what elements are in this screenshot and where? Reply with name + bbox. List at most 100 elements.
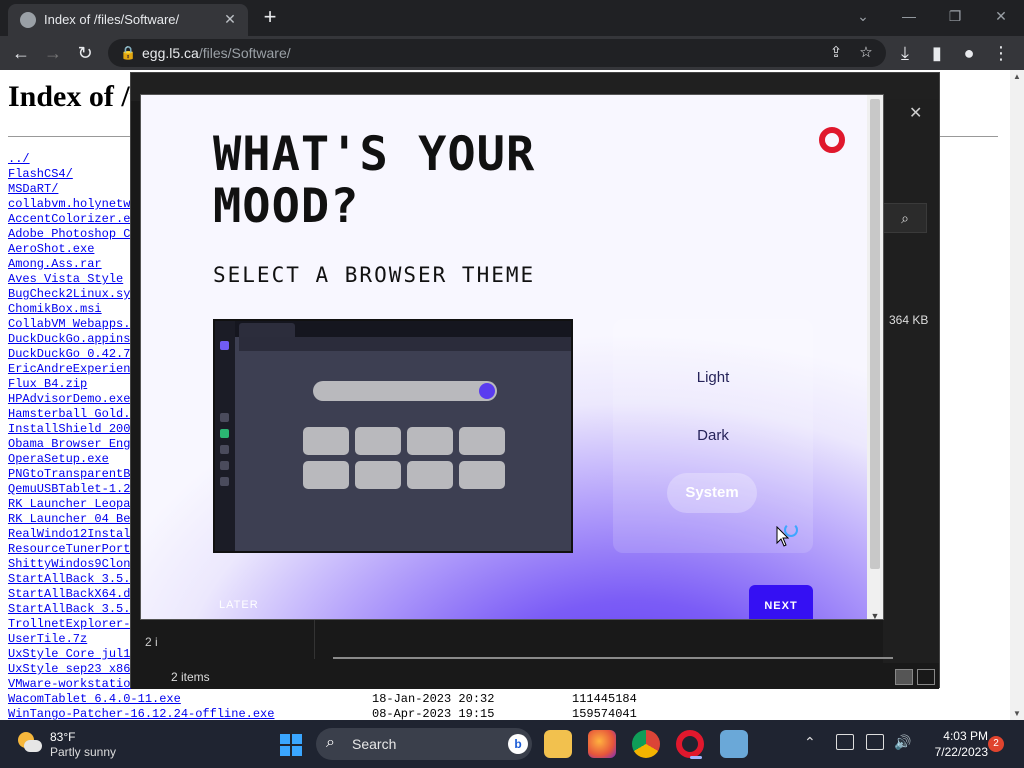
file-link[interactable]: Aves Vista Style <box>8 272 123 287</box>
chrome-icon[interactable] <box>632 730 660 758</box>
display-icon[interactable] <box>866 734 884 750</box>
file-link[interactable]: DuckDuckGo.appins <box>8 332 130 347</box>
bookmark-star-icon[interactable]: ☆ <box>854 41 878 65</box>
taskbar-search-label: Search <box>352 736 397 752</box>
file-link[interactable]: QemuUSBTablet-1.2 <box>8 482 130 497</box>
menu-kebab-icon[interactable]: ⋮ <box>988 40 1014 66</box>
share-icon[interactable]: ⇪ <box>824 41 848 65</box>
volume-icon[interactable]: 🔊 <box>894 734 912 750</box>
file-link[interactable]: collabvm.holynetw <box>8 197 130 212</box>
dialog-scrollbar[interactable]: ▼ <box>867 95 883 619</box>
file-link[interactable]: OperaSetup.exe <box>8 452 109 467</box>
explorer-close-icon[interactable]: ✕ <box>909 103 922 123</box>
file-link[interactable]: AccentColorizer.e <box>8 212 130 227</box>
file-link[interactable]: BugCheck2Linux.sy <box>8 287 130 302</box>
installer-icon[interactable] <box>720 730 748 758</box>
file-link[interactable]: RK Launcher 04 Be <box>8 512 130 527</box>
clock-date[interactable]: 7/22/2023 <box>924 745 988 759</box>
theme-option-dark[interactable]: Dark <box>613 427 813 444</box>
file-link[interactable]: HPAdvisorDemo.exe <box>8 392 130 407</box>
profile-avatar-icon[interactable]: ● <box>956 40 982 66</box>
forward-icon[interactable]: → <box>40 40 66 66</box>
tab-index-of-files-software[interactable]: Index of /files/Software/ ✕ <box>8 4 248 36</box>
bing-icon[interactable]: b <box>508 734 528 754</box>
preview-search-bar <box>313 381 497 401</box>
file-link[interactable]: PNGtoTransparentB <box>8 467 130 482</box>
file-link[interactable]: ShittyWindos9Clon <box>8 557 130 572</box>
next-button[interactable]: NEXT <box>749 585 813 619</box>
file-link[interactable]: ../ <box>8 152 30 167</box>
file-explorer-icon[interactable] <box>544 730 572 758</box>
notification-badge[interactable]: 2 <box>988 736 1004 752</box>
dialog-scrollbar-thumb[interactable] <box>870 99 880 569</box>
file-link[interactable]: StartAllBack 3.5. <box>8 602 130 617</box>
lock-icon[interactable]: 🔒 <box>120 45 136 61</box>
page-scrollbar[interactable]: ▲ ▼ <box>1010 70 1024 720</box>
minimize-icon[interactable]: — <box>894 4 924 28</box>
file-link[interactable]: RK Launcher Leopa <box>8 497 130 512</box>
search-icon: ⌕ <box>326 734 335 751</box>
later-button[interactable]: LATER <box>219 599 259 611</box>
file-link[interactable]: ChomikBox.msi <box>8 302 102 317</box>
file-link[interactable]: ResourceTunerPort <box>8 542 130 557</box>
file-link[interactable]: RealWindo12Instal <box>8 527 130 542</box>
restore-icon[interactable]: ❐ <box>940 4 970 28</box>
file-link[interactable]: UxStyle Core jul1 <box>8 647 130 662</box>
file-date: 18-Jan-2023 20:32 <box>372 692 495 706</box>
dialog-title: WHAT'S YOUR MOOD? <box>213 127 536 234</box>
scroll-down-icon[interactable]: ▼ <box>867 611 883 619</box>
preview-address-bar <box>239 337 571 351</box>
firefox-icon[interactable] <box>588 730 616 758</box>
explorer-search-icon[interactable]: ⌕ <box>883 203 927 233</box>
file-link[interactable]: MSDaRT/ <box>8 182 58 197</box>
clock-time[interactable]: 4:03 PM <box>938 729 988 743</box>
file-link[interactable]: FlashCS4/ <box>8 167 73 182</box>
file-link[interactable]: UserTile.7z <box>8 632 87 647</box>
file-link[interactable]: AeroShot.exe <box>8 242 94 257</box>
taskbar-search-box[interactable]: ⌕ Search b <box>316 728 532 760</box>
address-bar[interactable]: 🔒 egg.l5.ca/files/Software/ ⇪ ☆ <box>108 39 886 67</box>
tab-search-icon[interactable]: ⌄ <box>848 4 878 28</box>
opera-icon[interactable] <box>676 730 704 759</box>
file-link[interactable]: WacomTablet 6.4.0-11.exe <box>8 692 181 707</box>
large-icons-view-icon[interactable] <box>917 669 935 685</box>
side-panel-icon[interactable]: ▮ <box>924 40 950 66</box>
file-link[interactable]: DuckDuckGo 0.42.7 <box>8 347 130 362</box>
theme-preview <box>213 319 573 553</box>
file-link[interactable]: Hamsterball Gold. <box>8 407 130 422</box>
scroll-down-icon[interactable]: ▼ <box>1010 709 1024 718</box>
file-link[interactable]: StartAllBack 3.5. <box>8 572 130 587</box>
preview-sidebar-icon <box>220 477 229 486</box>
preview-speed-dial-tile <box>459 427 505 455</box>
weather-temperature[interactable]: 83°F <box>50 730 75 744</box>
download-icon[interactable]: ⤓ <box>892 40 918 66</box>
file-size: 111445184 <box>572 692 637 706</box>
preview-speed-dial-tile <box>303 427 349 455</box>
scroll-up-icon[interactable]: ▲ <box>1010 72 1024 81</box>
close-window-icon[interactable]: ✕ <box>986 4 1016 28</box>
close-tab-icon[interactable]: ✕ <box>220 9 240 29</box>
file-link[interactable]: Among.Ass.rar <box>8 257 102 272</box>
file-link[interactable]: CollabVM Webapps. <box>8 317 130 332</box>
file-link[interactable]: EricAndreExperien <box>8 362 130 377</box>
windows-start-icon[interactable] <box>280 734 302 756</box>
theme-option-light[interactable]: Light <box>613 369 813 386</box>
details-view-icon[interactable] <box>895 669 913 685</box>
file-link[interactable]: StartAllBackX64.d <box>8 587 130 602</box>
show-hidden-icons-icon[interactable]: ⌃ <box>804 734 816 751</box>
back-icon[interactable]: ← <box>8 40 34 66</box>
globe-icon <box>20 12 36 28</box>
file-link[interactable]: TrollnetExplorer- <box>8 617 130 632</box>
explorer-horizontal-scrollbar[interactable] <box>333 657 893 659</box>
table-row: WacomTablet 6.4.0-11.exe 18-Jan-2023 20:3… <box>8 692 688 707</box>
file-link[interactable]: Adobe Photoshop C <box>8 227 130 242</box>
new-tab-button[interactable]: + <box>258 6 282 30</box>
theme-option-system[interactable]: System <box>667 473 757 513</box>
file-link[interactable]: InstallShield 200 <box>8 422 130 437</box>
partly-sunny-icon[interactable] <box>18 732 42 754</box>
weather-description[interactable]: Partly sunny <box>50 745 116 759</box>
file-link[interactable]: Obama Browser Eng <box>8 437 130 452</box>
reload-icon[interactable]: ↻ <box>72 40 98 66</box>
file-link[interactable]: Flux B4.zip <box>8 377 87 392</box>
network-icon[interactable] <box>836 734 854 750</box>
